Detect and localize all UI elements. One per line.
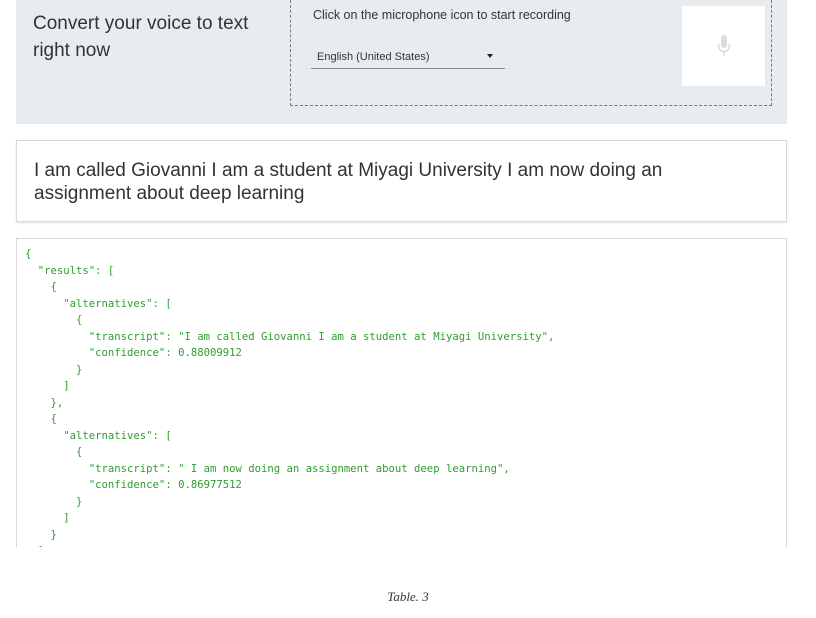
transcript-text: I am called Giovanni I am a student at M…: [34, 160, 663, 204]
json-output-panel: { "results": [ { "alternatives": [ { "tr…: [16, 238, 787, 547]
microphone-button[interactable]: [682, 6, 765, 86]
hero-panel: Convert your voice to text right now Cli…: [16, 0, 787, 124]
hero-title: Convert your voice to text right now: [33, 13, 249, 61]
figure-caption: Table. 3: [387, 589, 429, 604]
microphone-icon: [717, 35, 730, 56]
recording-box: Click on the microphone icon to start re…: [290, 0, 772, 106]
language-select[interactable]: English (United States): [311, 45, 505, 69]
transcript-card: I am called Giovanni I am a student at M…: [16, 140, 787, 222]
recording-instructions: Click on the microphone icon to start re…: [313, 8, 571, 22]
language-select-value: English (United States): [317, 51, 430, 63]
dropdown-caret-icon: [487, 54, 493, 58]
json-output-text: { "results": [ { "alternatives": [ { "tr…: [25, 248, 555, 547]
